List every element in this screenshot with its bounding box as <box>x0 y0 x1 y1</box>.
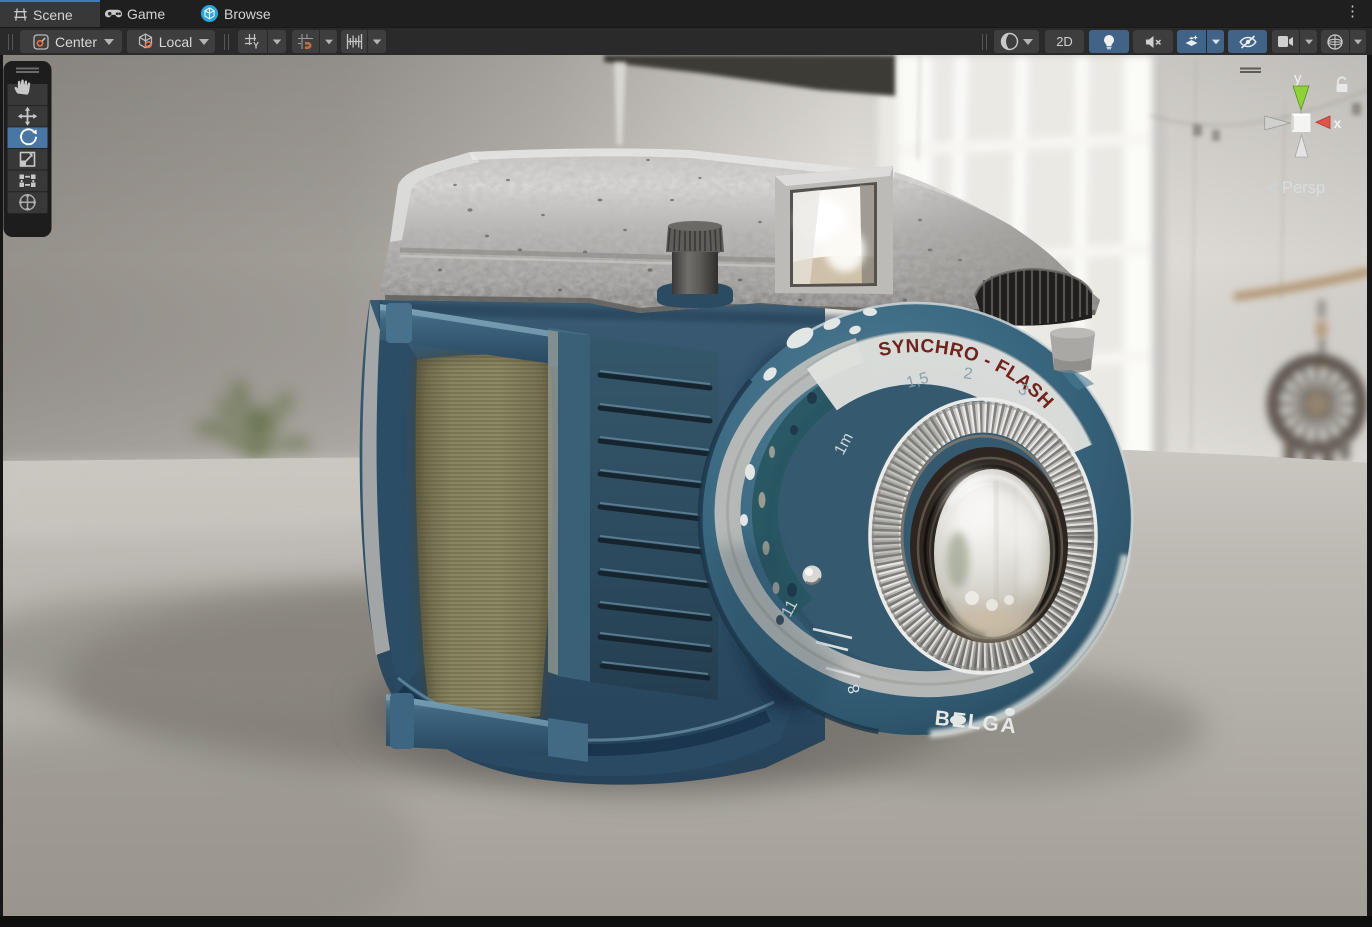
svg-text:x: x <box>1334 115 1342 131</box>
svg-text:Persp: Persp <box>1282 179 1325 197</box>
svg-text:y: y <box>1294 70 1302 87</box>
svg-text:Y: Y <box>253 41 259 51</box>
